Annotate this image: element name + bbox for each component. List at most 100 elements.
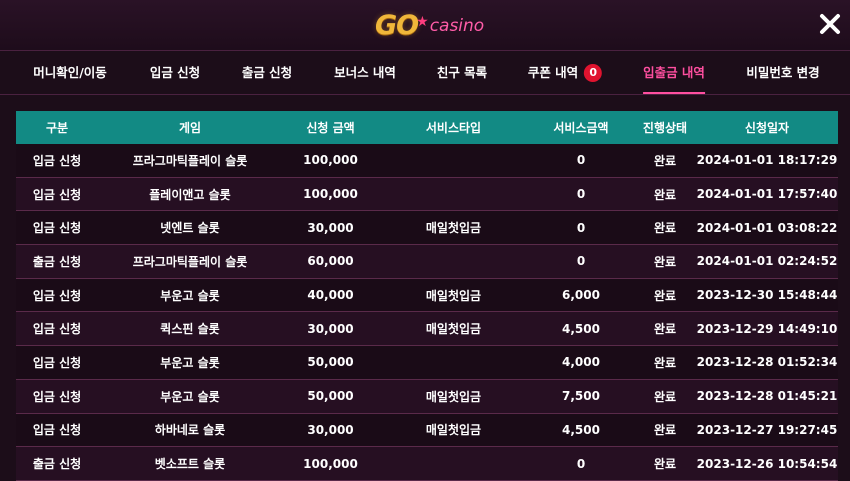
table-cell: 매일첫입금 xyxy=(379,278,528,313)
table-row: 입금 신청 하바네로 슬롯 30,000 매일첫입금 4,500 완료 2023-12-27… xyxy=(16,413,838,448)
table-cell xyxy=(379,177,528,212)
table-cell: 완료 xyxy=(634,379,696,414)
table-cell: 부운고 슬롯 xyxy=(98,345,282,380)
table-cell: 7,500 xyxy=(528,379,634,414)
table-cell: 넷엔트 슬롯 xyxy=(98,210,282,246)
table-cell: 2024-01-01 18:17:29 xyxy=(696,144,838,178)
table-cell: 4,500 xyxy=(528,311,634,347)
table-cell: 100,000 xyxy=(282,446,379,481)
logo-casino-text: casino xyxy=(429,16,485,36)
table-cell: 완료 xyxy=(634,278,696,313)
tab-deposit-request[interactable]: 입금 신청 xyxy=(150,51,200,94)
table-cell: 50,000 xyxy=(282,345,379,380)
table-cell: 퀵스핀 슬롯 xyxy=(98,311,282,347)
table-cell: 완료 xyxy=(634,144,696,178)
table-row: 입금 신청 넷엔트 슬롯 30,000 매일첫입금 0 완료 2024-01-01 03:0… xyxy=(16,210,838,246)
logo-go-text: GO xyxy=(375,9,419,41)
table-cell: 출금 신청 xyxy=(16,244,98,279)
table-cell: 100,000 xyxy=(282,144,379,178)
transaction-table: 구분 게임 신청 금액 서비스타입 서비스금액 진행상태 신청일자 입금 신청 프… xyxy=(16,111,838,481)
tab-label: 머니확인/이동 xyxy=(33,65,107,80)
tab-withdraw-request[interactable]: 출금 신청 xyxy=(242,51,292,94)
table-cell: 2024-01-01 02:24:52 xyxy=(696,244,838,279)
tab-money-check[interactable]: 머니확인/이동 xyxy=(33,51,107,94)
column-header: 구분 xyxy=(16,111,98,144)
table-cell xyxy=(379,345,528,380)
star-icon: ★ xyxy=(416,14,429,30)
table-cell: 입금 신청 xyxy=(16,210,98,246)
table-cell: 2023-12-30 15:48:44 xyxy=(696,278,838,313)
table-row: 입금 신청 퀵스핀 슬롯 30,000 매일첫입금 4,500 완료 2023-12-29 … xyxy=(16,311,838,347)
table-cell: 벳소프트 슬롯 xyxy=(98,446,282,481)
coupon-count-badge: 0 xyxy=(584,63,603,82)
transaction-table-container: 구분 게임 신청 금액 서비스타입 서비스금액 진행상태 신청일자 입금 신청 프… xyxy=(16,111,838,481)
table-cell: 하바네로 슬롯 xyxy=(98,413,282,448)
table-row: 입금 신청 플레이앤고 슬롯 100,000 0 완료 2024-01-01 17:57:… xyxy=(16,177,838,212)
tab-label: 보너스 내역 xyxy=(334,65,396,80)
tab-coupon-history[interactable]: 쿠폰 내역 0 xyxy=(527,51,603,94)
tab-nav: 머니확인/이동 입금 신청 출금 신청 보너스 내역 친구 목록 쿠폰 내역 0 … xyxy=(0,50,850,95)
table-cell xyxy=(379,244,528,279)
tab-label: 비밀번호 변경 xyxy=(746,65,820,80)
tab-change-password[interactable]: 비밀번호 변경 xyxy=(746,51,819,94)
table-cell: 매일첫입금 xyxy=(379,311,528,347)
table-cell: 프라그마틱플레이 슬롯 xyxy=(98,144,282,178)
table-cell: 완료 xyxy=(634,345,696,380)
table-cell: 0 xyxy=(528,210,634,246)
table-cell: 100,000 xyxy=(282,177,379,212)
column-header: 게임 xyxy=(98,111,282,144)
table-cell: 2024-01-01 17:57:40 xyxy=(696,177,838,212)
table-cell: 입금 신청 xyxy=(16,144,98,178)
table-cell: 매일첫입금 xyxy=(379,413,528,448)
tab-label: 쿠폰 내역 xyxy=(527,65,579,80)
table-cell: 입금 신청 xyxy=(16,345,98,380)
table-cell: 2023-12-27 19:27:45 xyxy=(696,413,838,448)
table-cell: 6,000 xyxy=(528,278,634,313)
table-row: 입금 신청 부운고 슬롯 50,000 매일첫입금 7,500 완료 2023-12-28 … xyxy=(16,379,838,414)
table-cell: 완료 xyxy=(634,210,696,246)
table-cell: 2023-12-29 14:49:10 xyxy=(696,311,838,347)
table-cell: 입금 신청 xyxy=(16,311,98,347)
close-icon[interactable] xyxy=(818,12,842,36)
table-row: 출금 신청 프라그마틱플레이 슬롯 60,000 0 완료 2024-01-01 02:2… xyxy=(16,244,838,279)
table-cell: 매일첫입금 xyxy=(379,379,528,414)
table-cell: 입금 신청 xyxy=(16,413,98,448)
table-cell: 출금 신청 xyxy=(16,446,98,481)
tab-friend-list[interactable]: 친구 목록 xyxy=(437,51,487,94)
column-header: 서비스금액 xyxy=(528,111,634,144)
site-logo[interactable]: GO ★ casino xyxy=(375,9,484,41)
table-header-row: 구분 게임 신청 금액 서비스타입 서비스금액 진행상태 신청일자 xyxy=(16,111,838,144)
column-header: 진행상태 xyxy=(634,111,696,144)
table-cell: 완료 xyxy=(634,244,696,279)
table-row: 입금 신청 프라그마틱플레이 슬롯 100,000 0 완료 2024-01-01 18:… xyxy=(16,144,838,178)
table-cell: 완료 xyxy=(634,311,696,347)
column-header: 신청 금액 xyxy=(282,111,379,144)
table-cell: 0 xyxy=(528,446,634,481)
table-row: 입금 신청 부운고 슬롯 40,000 매일첫입금 6,000 완료 2023-12-30 … xyxy=(16,278,838,313)
table-cell: 4,500 xyxy=(528,413,634,448)
table-row: 출금 신청 벳소프트 슬롯 100,000 0 완료 2023-12-26 10:54:5… xyxy=(16,446,838,481)
table-cell: 완료 xyxy=(634,446,696,481)
table-cell: 입금 신청 xyxy=(16,177,98,212)
table-cell: 30,000 xyxy=(282,210,379,246)
table-cell: 50,000 xyxy=(282,379,379,414)
table-cell: 60,000 xyxy=(282,244,379,279)
tab-bonus-history[interactable]: 보너스 내역 xyxy=(334,51,396,94)
table-cell: 2024-01-01 03:08:22 xyxy=(696,210,838,246)
table-cell: 입금 신청 xyxy=(16,278,98,313)
header-bar: GO ★ casino xyxy=(0,0,850,50)
table-cell: 2023-12-26 10:54:54 xyxy=(696,446,838,481)
table-cell: 30,000 xyxy=(282,311,379,347)
tab-label: 입금 신청 xyxy=(149,65,201,80)
table-cell: 프라그마틱플레이 슬롯 xyxy=(98,244,282,279)
tab-transaction-history[interactable]: 입출금 내역 xyxy=(643,51,705,94)
column-header: 서비스타입 xyxy=(379,111,528,144)
table-cell: 매일첫입금 xyxy=(379,210,528,246)
table-cell: 2023-12-28 01:45:21 xyxy=(696,379,838,414)
table-cell: 2023-12-28 01:52:34 xyxy=(696,345,838,380)
table-cell: 부운고 슬롯 xyxy=(98,278,282,313)
table-cell: 0 xyxy=(528,144,634,178)
table-cell xyxy=(379,446,528,481)
table-cell: 플레이앤고 슬롯 xyxy=(98,177,282,212)
table-cell: 4,000 xyxy=(528,345,634,380)
